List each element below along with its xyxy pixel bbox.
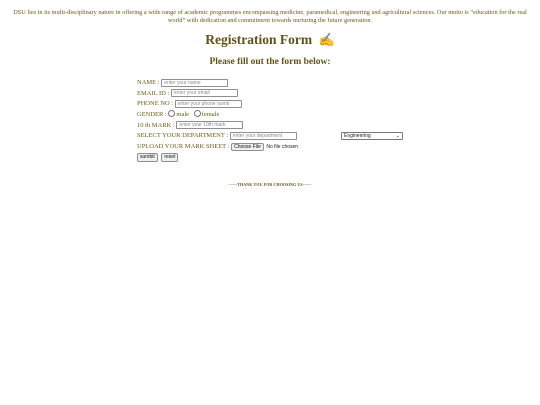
title-text: Registration Form <box>205 32 313 47</box>
name-input[interactable] <box>161 78 229 87</box>
department-input[interactable] <box>229 131 297 140</box>
phone-row: PHONE NO : <box>137 99 242 109</box>
department-label: SELECT YOUR DEPARTMENT : <box>137 132 229 139</box>
submit-button[interactable]: sumbit <box>137 153 158 163</box>
chevron-down-icon: ⌄ <box>395 133 400 139</box>
gender-male-label: male <box>176 111 190 118</box>
gender-row: GENDER : male female <box>137 110 222 120</box>
gender-label: GENDER : <box>137 111 167 118</box>
reset-button[interactable]: reset <box>161 153 179 163</box>
form-subtitle: Please fill out the form below: <box>209 57 331 67</box>
phone-label: PHONE NO : <box>137 100 174 107</box>
email-label: EMAIL ID : <box>137 89 170 97</box>
department-selected-value: Engineering <box>344 133 371 139</box>
mark10-input[interactable] <box>176 121 244 130</box>
thank-you-footer: ------THANK YOU FOR CHOOSING US------ <box>228 182 312 187</box>
mark10-row: 10 th MARK : <box>137 121 244 131</box>
choose-file-button[interactable]: Choose File <box>231 142 264 151</box>
writing-hand-icon: ✍ <box>318 32 335 47</box>
marksheet-label: UPLOAD YOUR MARK SHEET : <box>137 142 230 150</box>
page-title: Registration Form ✍ <box>0 32 540 48</box>
department-row: SELECT YOUR DEPARTMENT : Engineering ⌄ <box>137 131 437 141</box>
form-actions: sumbit reset <box>137 153 180 163</box>
email-input[interactable] <box>170 89 238 98</box>
file-status-text: No file chosen <box>266 143 299 150</box>
email-row: EMAIL ID : <box>137 89 238 99</box>
gender-male-radio[interactable] <box>168 110 176 118</box>
name-label: NAME : <box>137 79 160 86</box>
name-row: NAME : <box>137 78 229 88</box>
department-select[interactable]: Engineering ⌄ <box>341 132 403 140</box>
intro-paragraph: DSU lies in its multi-disciplinary natur… <box>13 9 527 24</box>
gender-female-label: female <box>201 111 220 118</box>
gender-female-radio[interactable] <box>193 110 201 118</box>
marksheet-row: UPLOAD YOUR MARK SHEET : Choose File No … <box>137 142 298 152</box>
mark10-label: 10 th MARK : <box>137 121 175 129</box>
phone-input[interactable] <box>174 99 242 108</box>
